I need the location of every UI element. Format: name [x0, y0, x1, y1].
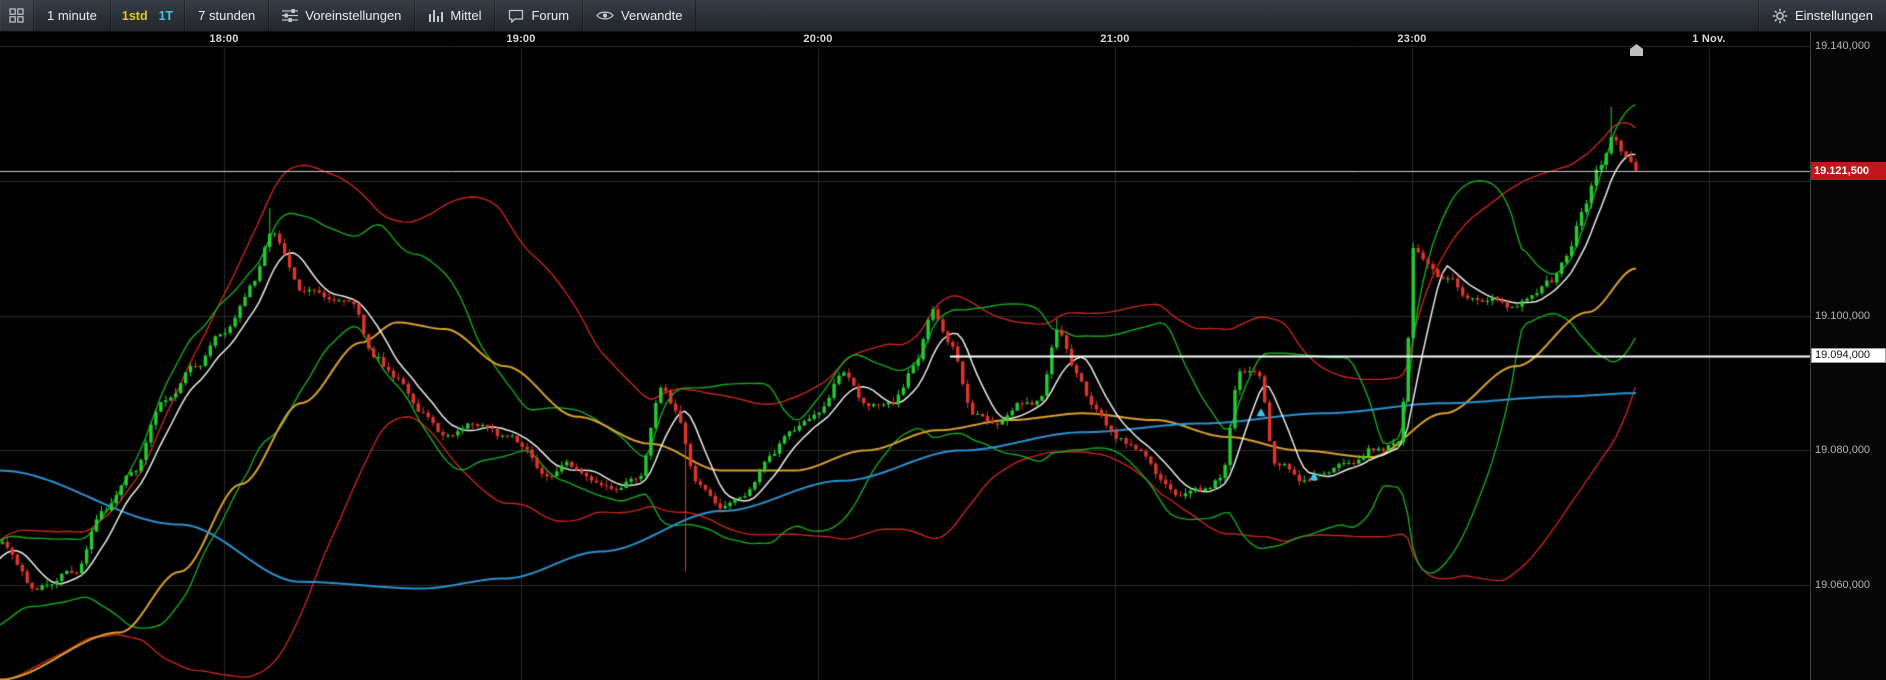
price-tick-label: 19.060,000: [1815, 579, 1871, 592]
layout-button[interactable]: [0, 0, 34, 31]
bar-chart-icon: [429, 10, 444, 22]
presets-label: Voreinstellungen: [305, 8, 402, 23]
time-axis-label: 21:00: [1100, 33, 1130, 45]
forum-button[interactable]: Forum: [495, 0, 584, 31]
related-button[interactable]: Verwandte: [583, 0, 697, 31]
chart-toolbar: 1 minute 1std 1T 7 stunden Voreinstellun…: [0, 0, 1886, 32]
visible-range-label: 7 stunden: [198, 8, 256, 23]
time-axis-label: 19:00: [506, 33, 536, 45]
gear-icon: [1772, 8, 1788, 23]
time-axis-label: 20:00: [803, 33, 833, 45]
grid-icon: [9, 8, 24, 23]
speech-bubble-icon: [509, 9, 524, 23]
chart-area[interactable]: 18:00 19:00 20:00 21:00 23:00 1 Nov. 19.…: [0, 32, 1886, 680]
time-axis-label: 18:00: [209, 33, 239, 45]
settings-button[interactable]: Einstellungen: [1757, 0, 1886, 31]
eye-icon: [596, 11, 614, 20]
price-tick-label: 19.100,000: [1815, 309, 1871, 322]
visible-range-button[interactable]: 7 stunden: [185, 0, 270, 31]
timeframe-button[interactable]: 1 minute: [34, 0, 111, 31]
sliders-icon: [282, 9, 299, 22]
current-price-badge: 19.121,500: [1811, 161, 1886, 180]
price-tick-label: 19.140,000: [1815, 40, 1871, 52]
quick-range-group: 1std 1T: [111, 0, 186, 31]
quick-range-1std-button[interactable]: 1std: [122, 9, 148, 23]
settings-label: Einstellungen: [1794, 8, 1873, 23]
time-axis-label: 23:00: [1397, 33, 1427, 45]
averages-label: Mittel: [450, 8, 482, 23]
price-tick-label: 19.080,000: [1815, 444, 1871, 457]
related-label: Verwandte: [621, 8, 683, 23]
price-axis[interactable]: 19.140,000 19.100,000 19.080,000 19.060,…: [1810, 32, 1886, 680]
averages-button[interactable]: Mittel: [415, 0, 496, 31]
marked-price-label: 19.094,000: [1811, 348, 1886, 364]
forum-label: Forum: [531, 8, 570, 23]
quick-range-1t-button[interactable]: 1T: [159, 9, 174, 23]
price-chart-canvas[interactable]: [0, 32, 1810, 680]
presets-button[interactable]: Voreinstellungen: [269, 0, 416, 31]
time-axis-label: 1 Nov.: [1692, 33, 1726, 45]
trading-app: 1 minute 1std 1T 7 stunden Voreinstellun…: [0, 0, 1886, 680]
timeframe-label: 1 minute: [47, 8, 97, 23]
